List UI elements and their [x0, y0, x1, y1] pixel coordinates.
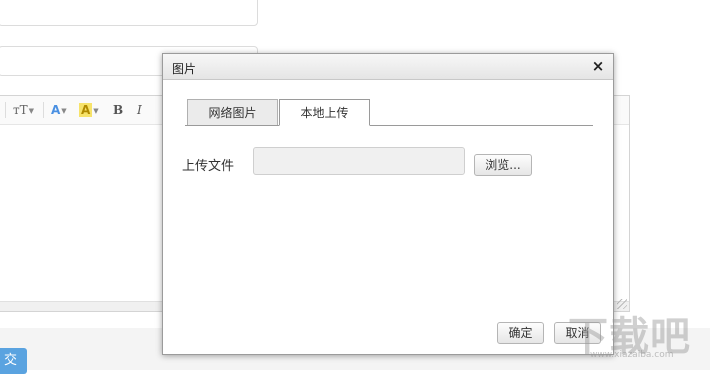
title-input[interactable] — [0, 0, 258, 26]
ok-button[interactable]: 确定 — [497, 322, 544, 344]
watermark-url: www.xiazaiba.com — [590, 350, 674, 360]
chevron-down-icon: ▼ — [61, 106, 67, 115]
italic-icon[interactable]: I — [137, 102, 142, 118]
upload-path-field[interactable] — [253, 147, 465, 175]
tab-local-upload[interactable]: 本地上传 — [279, 99, 370, 126]
background-color-label: A — [79, 103, 93, 117]
toolbar-separator — [5, 102, 6, 118]
close-icon[interactable]: × — [591, 58, 605, 74]
font-color-label: A — [51, 103, 61, 117]
bold-icon[interactable]: B — [113, 102, 123, 118]
toolbar-separator — [43, 102, 44, 118]
font-size-label: тT — [13, 103, 28, 117]
upload-file-label: 上传文件 — [182, 159, 235, 174]
dialog-title: 图片 — [172, 62, 197, 76]
submit-button[interactable]: 交 — [0, 348, 27, 374]
image-dialog: 图片 × 网络图片 本地上传 上传文件 浏览... 确定 取消 — [162, 53, 614, 355]
dialog-title-bar[interactable]: 图片 × — [163, 54, 613, 80]
browse-button[interactable]: 浏览... — [474, 154, 532, 176]
watermark-logo: 下载吧 www.xiazaiba.com — [560, 300, 710, 370]
dialog-tabs: 网络图片 本地上传 — [185, 99, 593, 127]
chevron-down-icon: ▼ — [93, 106, 99, 115]
background-color-icon[interactable]: A ▼ — [79, 102, 99, 118]
font-size-icon[interactable]: тT▼ — [13, 102, 34, 118]
chevron-down-icon: ▼ — [28, 106, 35, 115]
font-color-icon[interactable]: A▼ — [51, 102, 67, 118]
tab-network-image[interactable]: 网络图片 — [187, 99, 278, 125]
